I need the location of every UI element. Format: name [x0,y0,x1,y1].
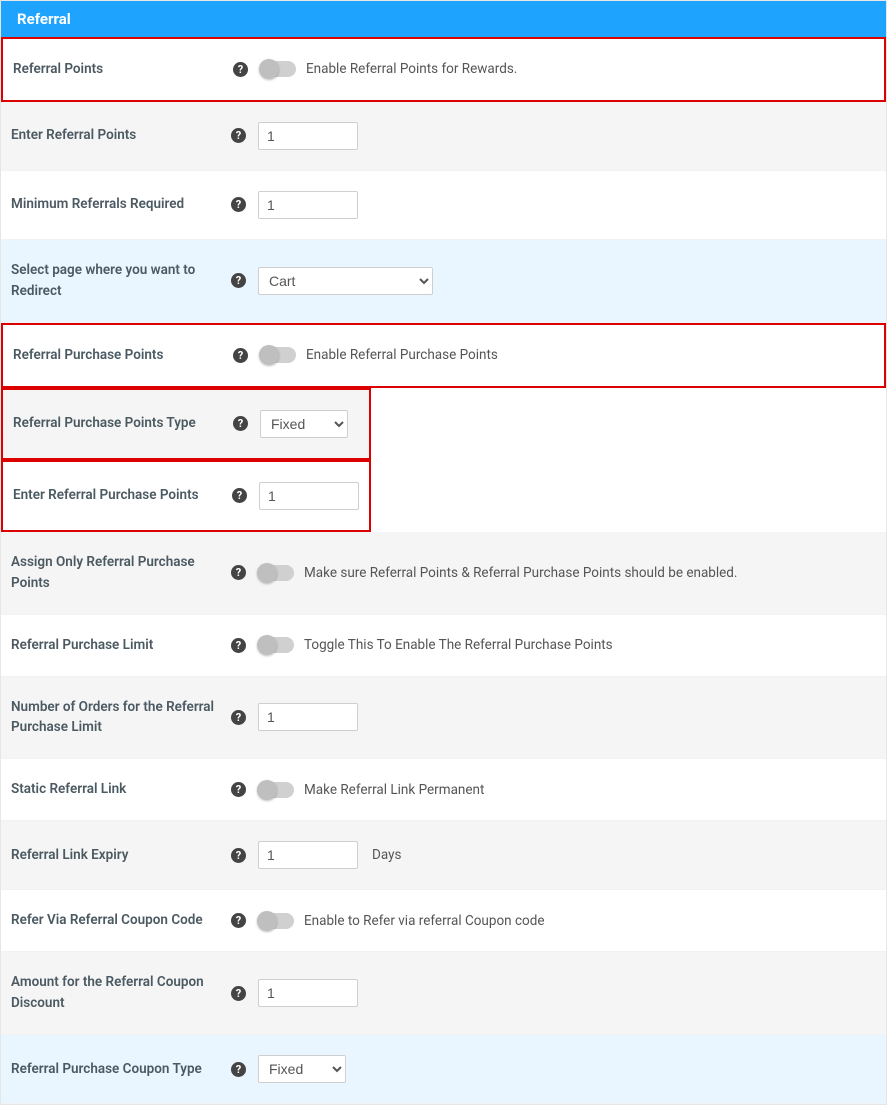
toggle-ref-purchase-limit[interactable] [258,637,294,653]
toggle-refer-via-coupon[interactable] [258,913,294,929]
label-link-expiry: Referral Link Expiry [11,845,128,866]
select-ref-purchase-type[interactable]: Fixed [260,410,348,438]
desc-assign-only: Make sure Referral Points & Referral Pur… [304,565,737,581]
row-min-referrals: Minimum Referrals Required ? [1,171,886,240]
row-referral-points: Referral Points ? Enable Referral Points… [1,37,886,102]
input-orders-for-limit[interactable] [258,703,358,731]
help-icon[interactable]: ? [231,848,246,863]
input-coupon-amount[interactable] [258,979,358,1007]
row-enter-referral-points: Enter Referral Points ? [1,102,886,171]
row-redirect-page: Select page where you want to Redirect ?… [1,240,886,323]
toggle-assign-only[interactable] [258,565,294,581]
label-refer-via-coupon: Refer Via Referral Coupon Code [11,910,203,931]
label-ref-purchase-limit: Referral Purchase Limit [11,635,153,656]
row-coupon-amount: Amount for the Referral Coupon Discount … [1,952,886,1035]
desc-refer-via-coupon: Enable to Refer via referral Coupon code [304,913,545,929]
select-coupon-type[interactable]: Fixed [258,1055,346,1083]
help-icon[interactable]: ? [233,62,248,77]
unit-link-expiry: Days [372,847,401,863]
help-icon[interactable]: ? [231,1062,246,1077]
input-link-expiry[interactable] [258,841,358,869]
row-link-expiry: Referral Link Expiry ? Days [1,821,886,890]
help-icon[interactable]: ? [233,348,248,363]
label-enter-referral-points: Enter Referral Points [11,125,136,146]
desc-ref-purchase-limit: Toggle This To Enable The Referral Purch… [304,637,613,653]
help-icon[interactable]: ? [231,913,246,928]
toggle-ref-purchase-points[interactable] [260,347,296,363]
toggle-referral-points[interactable] [260,61,296,77]
desc-ref-purchase-points: Enable Referral Purchase Points [306,347,498,363]
label-ref-purchase-type: Referral Purchase Points Type [13,413,196,434]
label-coupon-type: Referral Purchase Coupon Type [11,1059,202,1080]
help-icon[interactable]: ? [231,638,246,653]
help-icon[interactable]: ? [232,488,247,503]
label-orders-for-limit: Number of Orders for the Referral Purcha… [11,697,231,739]
help-icon[interactable]: ? [231,782,246,797]
row-coupon-type: Referral Purchase Coupon Type ? Fixed [1,1035,886,1104]
label-assign-only: Assign Only Referral Purchase Points [11,552,231,594]
select-redirect-page[interactable]: Cart [258,267,433,295]
panel-header: Referral [1,1,886,37]
row-refer-via-coupon: Refer Via Referral Coupon Code ? Enable … [1,890,886,952]
label-redirect-page: Select page where you want to Redirect [11,260,231,302]
input-min-referrals[interactable] [258,191,358,219]
input-enter-ref-purchase[interactable] [259,482,359,510]
row-enter-ref-purchase: Enter Referral Purchase Points ? [1,460,371,532]
row-orders-for-limit: Number of Orders for the Referral Purcha… [1,677,886,760]
toggle-static-link[interactable] [258,782,294,798]
row-ref-purchase-points: Referral Purchase Points ? Enable Referr… [1,323,886,388]
help-icon[interactable]: ? [231,710,246,725]
label-min-referrals: Minimum Referrals Required [11,194,184,215]
help-icon[interactable]: ? [231,197,246,212]
help-icon[interactable]: ? [231,986,246,1001]
help-icon[interactable]: ? [231,128,246,143]
row-ref-purchase-limit: Referral Purchase Limit ? Toggle This To… [1,615,886,677]
label-static-link: Static Referral Link [11,779,126,800]
desc-referral-points: Enable Referral Points for Rewards. [306,61,517,77]
label-referral-points: Referral Points [13,59,103,80]
row-ref-purchase-type: Referral Purchase Points Type ? Fixed [1,388,371,460]
row-static-link: Static Referral Link ? Make Referral Lin… [1,759,886,821]
label-coupon-amount: Amount for the Referral Coupon Discount [11,972,231,1014]
label-enter-ref-purchase: Enter Referral Purchase Points [13,485,199,506]
row-assign-only: Assign Only Referral Purchase Points ? M… [1,532,886,615]
help-icon[interactable]: ? [231,565,246,580]
desc-static-link: Make Referral Link Permanent [304,782,484,798]
input-enter-referral-points[interactable] [258,122,358,150]
help-icon[interactable]: ? [233,416,248,431]
referral-settings-panel: Referral Referral Points ? Enable Referr… [0,0,887,1105]
help-icon[interactable]: ? [231,273,246,288]
panel-title: Referral [17,10,71,28]
label-ref-purchase-points: Referral Purchase Points [13,345,163,366]
